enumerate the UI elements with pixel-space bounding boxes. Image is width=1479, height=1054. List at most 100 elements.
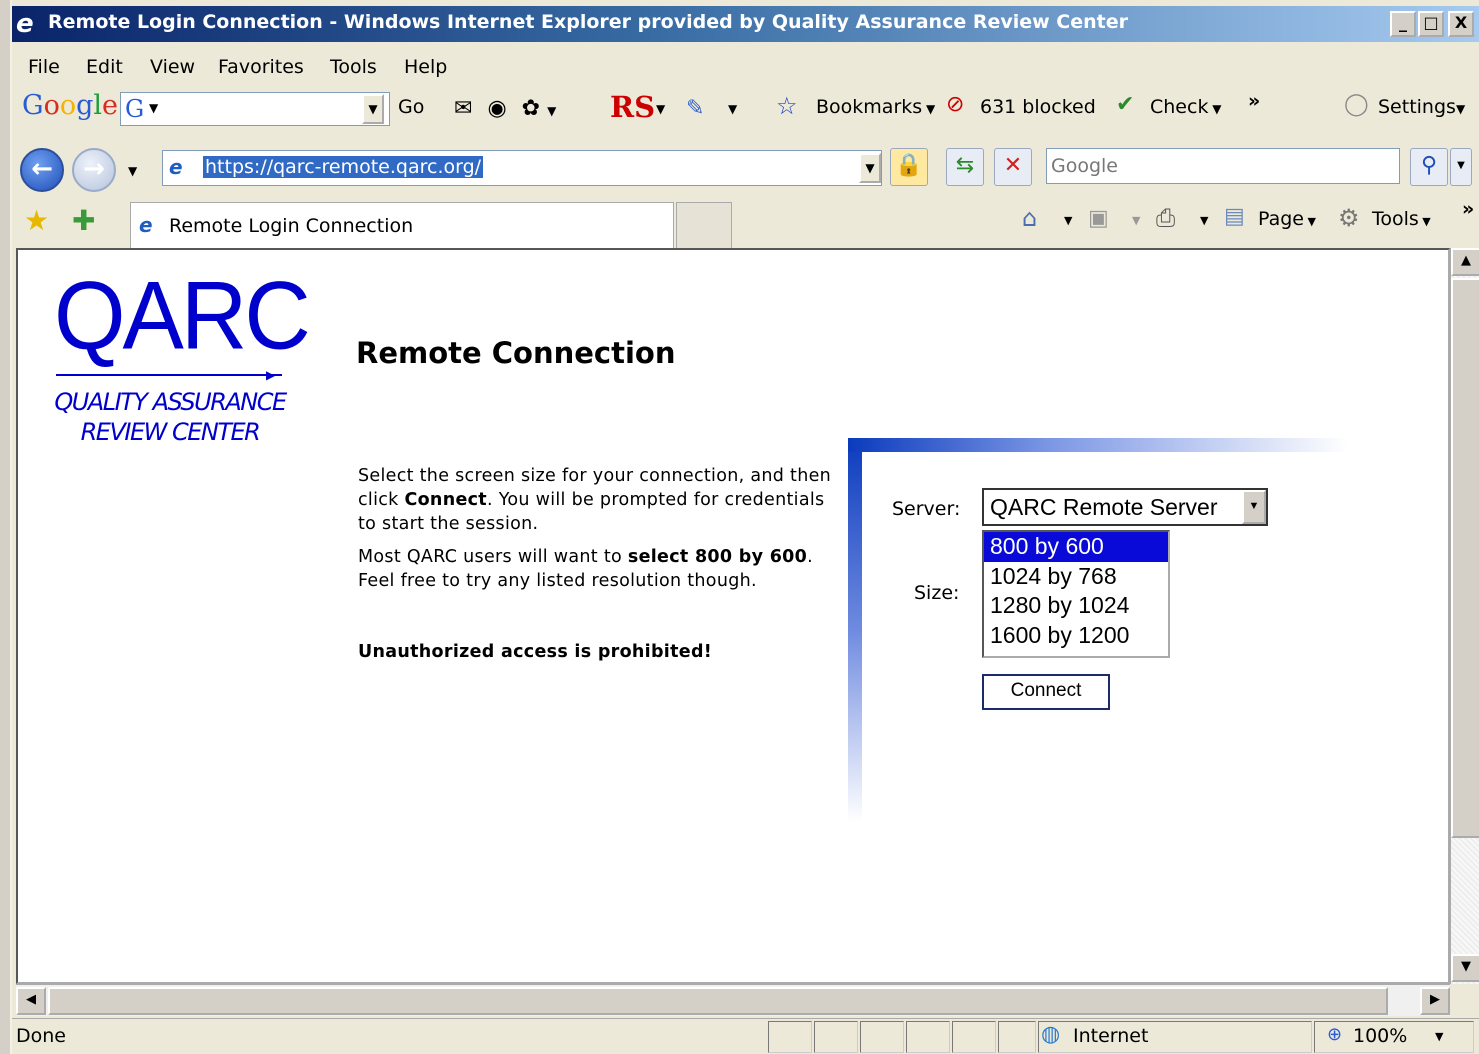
address-bar-row: ← → ▼ e https://qarc-remote.qarc.org/ ▼ … (12, 140, 1479, 196)
chevron-down-icon[interactable]: ▼ (728, 102, 737, 116)
page-icon[interactable]: ▤ (1224, 204, 1245, 229)
server-label: Server: (892, 498, 961, 520)
star-icon[interactable]: ☆ (776, 92, 798, 120)
horizontal-scrollbar[interactable]: ◀ ▶ (16, 984, 1450, 1016)
vertical-scrollbar[interactable]: ▲ ▼ (1450, 248, 1479, 984)
blocked-count[interactable]: 631 blocked (980, 96, 1096, 118)
size-listbox[interactable]: 800 by 600 1024 by 768 1280 by 1024 1600… (982, 530, 1170, 658)
address-dropdown-button[interactable]: ▼ (859, 153, 881, 183)
status-segment (906, 1021, 950, 1053)
new-tab-button[interactable] (676, 202, 732, 250)
close-button[interactable]: X (1448, 11, 1474, 37)
minimize-button[interactable]: _ (1390, 11, 1416, 37)
settings-button[interactable]: Settings▼ (1378, 96, 1465, 118)
tools-gear-icon[interactable]: ⚙ (1338, 204, 1360, 232)
recent-pages-dropdown[interactable]: ▼ (128, 164, 137, 178)
home-icon[interactable]: ⌂ (1022, 204, 1037, 232)
back-button[interactable]: ← (20, 148, 64, 192)
url-text[interactable]: https://qarc-remote.qarc.org/ (203, 156, 484, 178)
size-option-1280x1024[interactable]: 1280 by 1024 (984, 591, 1168, 621)
spellcheck-icon[interactable]: ✔ (1116, 92, 1134, 117)
lock-icon[interactable]: 🔒 (890, 148, 928, 186)
tab-row: ★ ✚ e Remote Login Connection ⌂ ▼ ▣ ▼ ⎙ … (12, 196, 1479, 250)
command-bar-overflow[interactable]: » (1462, 198, 1474, 220)
server-select[interactable]: QARC Remote Server ▼ (982, 488, 1268, 526)
menu-favorites[interactable]: Favorites (218, 56, 304, 78)
zoom-level: 100% (1353, 1025, 1408, 1047)
settings-radio-icon[interactable]: ◯ (1344, 92, 1369, 117)
chevron-down-icon[interactable]: ▼ (1200, 214, 1208, 227)
status-text: Done (16, 1025, 66, 1047)
size-option-800x600[interactable]: 800 by 600 (984, 532, 1168, 562)
instructions-paragraph: Select the screen size for your connecti… (358, 464, 838, 536)
globe-icon[interactable]: ◉ (487, 96, 506, 121)
go-button[interactable]: Go (398, 96, 424, 118)
tab-remote-login[interactable]: e Remote Login Connection (130, 202, 674, 250)
zoom-control[interactable]: ⊕ 100% ▼ (1314, 1021, 1474, 1053)
status-bar: Done ◍ Internet ⊕ 100% ▼ (12, 1018, 1479, 1054)
horizontal-scroll-thumb[interactable] (48, 987, 1388, 1015)
address-field[interactable]: e https://qarc-remote.qarc.org/ ▼ (162, 150, 882, 186)
instructions-bold: Connect (404, 490, 487, 510)
chevron-down-icon[interactable]: ▼ (1064, 214, 1072, 227)
logo-line2: REVIEW CENTER (80, 418, 261, 446)
toolbar-overflow-button[interactable]: » (1248, 90, 1260, 112)
forward-button[interactable]: → (72, 148, 116, 192)
menu-help[interactable]: Help (404, 56, 447, 78)
scroll-up-button[interactable]: ▲ (1451, 248, 1479, 276)
tools-menu-button[interactable]: Tools ▼ (1372, 208, 1431, 230)
status-segment (860, 1021, 904, 1053)
chevron-down-icon[interactable]: ▼ (1132, 214, 1140, 227)
recommendation-bold: select 800 by 600 (627, 547, 808, 567)
ie-logo-icon: e (16, 9, 34, 39)
check-button[interactable]: Check ▼ (1150, 96, 1222, 118)
stop-icon[interactable]: ✕ (994, 148, 1032, 186)
menu-edit[interactable]: Edit (86, 56, 123, 78)
add-favorite-icon[interactable]: ✚ (72, 204, 95, 237)
print-icon[interactable]: ⎙ (1156, 204, 1175, 232)
page-content: QARC ▶ QUALITY ASSURANCE REVIEW CENTER R… (16, 248, 1450, 984)
translate-icon[interactable]: ✎ (686, 96, 704, 121)
google-box-dropdown-button[interactable]: ▼ (362, 94, 384, 124)
chevron-down-icon[interactable]: ▼ (547, 104, 556, 118)
search-icon[interactable]: ⚲ (1410, 148, 1448, 186)
feeds-icon[interactable]: ▣ (1088, 206, 1109, 231)
google-toolbar: Google G ▼ ▼ Go ✉ ◉ ✿ ▼ RS ▼ ✎ ▼ ☆ Bookm… (12, 88, 1479, 132)
chevron-down-icon: ▼ (149, 101, 159, 115)
search-input[interactable]: Google (1046, 148, 1400, 184)
google-logo[interactable]: Google (22, 90, 118, 121)
security-zone[interactable]: ◍ Internet (1038, 1021, 1312, 1053)
menu-tools[interactable]: Tools (330, 56, 377, 78)
qarc-logo: QARC ▶ QUALITY ASSURANCE REVIEW CENTER (54, 268, 311, 446)
menu-file[interactable]: File (28, 56, 60, 78)
chevron-down-icon[interactable]: ▼ (1435, 1030, 1443, 1043)
puzzle-icon[interactable]: ✿ (522, 96, 540, 121)
bookmarks-button[interactable]: Bookmarks ▼ (816, 96, 935, 118)
title-bar[interactable]: e Remote Login Connection - Windows Inte… (12, 6, 1479, 42)
favorites-star-icon[interactable]: ★ (24, 204, 49, 237)
tab-label: Remote Login Connection (169, 215, 414, 237)
chevron-down-icon[interactable]: ▼ (656, 102, 665, 116)
chevron-down-icon[interactable]: ▼ (1242, 490, 1266, 524)
scroll-left-button[interactable]: ◀ (16, 987, 46, 1015)
toolbar-icons[interactable]: ✉ ◉ ✿ ▼ (454, 96, 556, 121)
page-menu-button[interactable]: Page ▼ (1258, 208, 1316, 230)
google-g-icon: G (125, 95, 145, 123)
search-options-dropdown[interactable]: ▼ (1450, 148, 1472, 186)
scroll-down-button[interactable]: ▼ (1451, 954, 1479, 982)
ie-page-icon: e (139, 213, 153, 237)
connect-button[interactable]: Connect (982, 674, 1110, 710)
menu-view[interactable]: View (150, 56, 195, 78)
scroll-right-button[interactable]: ▶ (1420, 987, 1450, 1015)
maximize-button[interactable]: □ (1418, 11, 1444, 37)
google-search-box[interactable]: G ▼ (120, 92, 390, 126)
gmail-icon[interactable]: ✉ (454, 96, 472, 121)
status-segment (952, 1021, 996, 1053)
size-option-1600x1200[interactable]: 1600 by 1200 (984, 621, 1168, 651)
refresh-icon[interactable]: ⇆ (946, 148, 984, 186)
rs-button[interactable]: RS (610, 90, 655, 124)
vertical-scroll-thumb[interactable] (1451, 278, 1479, 838)
recommendation-text: Most QARC users will want to (358, 547, 628, 567)
size-option-1024x768[interactable]: 1024 by 768 (984, 562, 1168, 592)
popup-blocker-icon[interactable]: ⊘ (946, 92, 964, 117)
